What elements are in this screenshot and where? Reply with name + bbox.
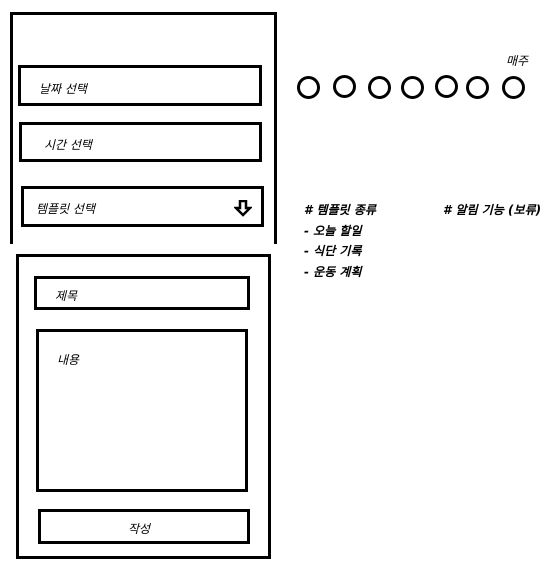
day-toggle-1[interactable] <box>297 76 320 99</box>
title-placeholder: 제목 <box>55 289 78 303</box>
day-toggle-7[interactable] <box>502 76 525 99</box>
weekly-label: 매주 <box>506 54 529 68</box>
time-select-label: 시간 선택 <box>44 138 92 152</box>
template-select-label: 템플릿 선택 <box>36 202 96 216</box>
day-toggle-6[interactable] <box>466 76 489 99</box>
submit-label: 작성 <box>128 522 151 536</box>
template-select-dropdown[interactable]: 템플릿 선택 <box>21 186 264 227</box>
template-types-heading: # 템플릿 종류 <box>304 203 376 217</box>
title-input[interactable]: 제목 <box>34 276 250 310</box>
day-toggle-3[interactable] <box>368 76 391 99</box>
template-type-item: - 오늘 할일 <box>304 224 362 238</box>
alarm-feature-note: # 알림 기능 (보류) <box>443 203 542 217</box>
day-toggle-2[interactable] <box>333 75 356 98</box>
template-type-item: - 운동 계획 <box>304 265 362 279</box>
content-placeholder: 내용 <box>57 353 80 367</box>
day-toggle-4[interactable] <box>401 76 424 99</box>
date-select-label: 날짜 선택 <box>39 82 87 96</box>
content-textarea[interactable]: 내용 <box>36 329 248 492</box>
arrow-down-icon <box>234 200 252 217</box>
day-toggle-5[interactable] <box>435 75 458 98</box>
template-type-item: - 식단 기록 <box>304 244 362 258</box>
date-select-field[interactable]: 날짜 선택 <box>18 65 262 106</box>
submit-button[interactable]: 작성 <box>38 509 250 544</box>
time-select-field[interactable]: 시간 선택 <box>19 122 262 162</box>
